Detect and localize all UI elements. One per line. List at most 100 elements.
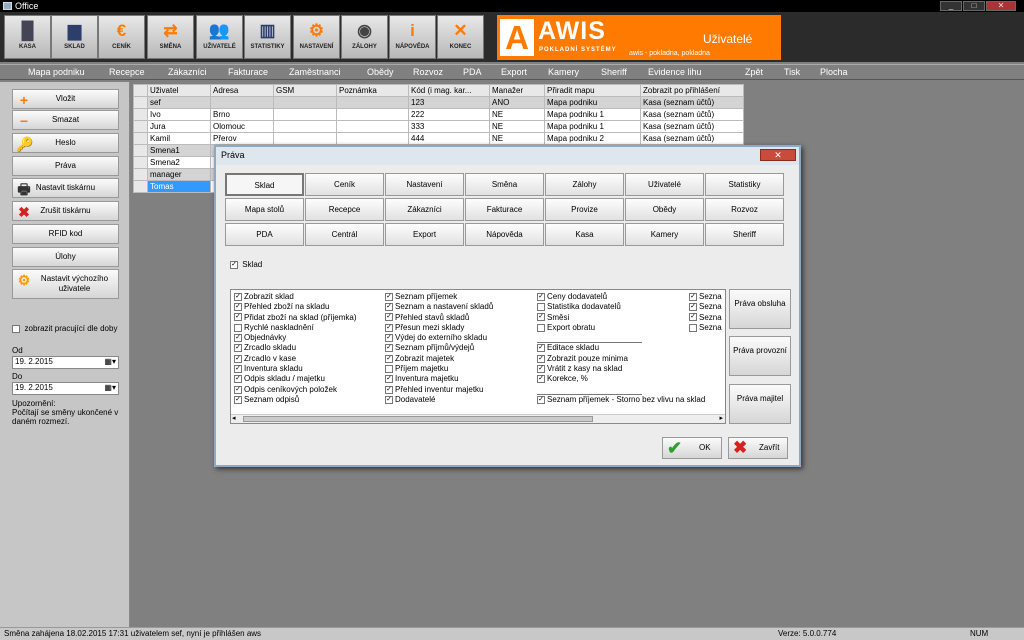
left-button[interactable]: − Smazat [12,110,119,130]
calendar-icon[interactable]: ▦▾ [104,383,116,392]
table-row[interactable]: Kamil Přerov 444 NE Mapa podniku 2 Kasa (sezn… [133,132,744,145]
toolbar-statistiky-button[interactable]: ▥ STATISTIKY [244,15,291,59]
table-cell[interactable] [273,120,337,133]
table-cell[interactable]: NE [489,108,545,121]
column-header[interactable]: Kód (i mag. kar... [408,84,490,97]
toolbar-nastaveni-button[interactable]: ⚙ NASTAVENÍ [293,15,340,59]
rights-checkbox[interactable] [537,303,545,312]
column-header[interactable]: Poznámka [336,84,409,97]
rights-item[interactable]: ✓ Inventura skladu [234,364,357,374]
rights-item[interactable]: ✓ Přehled zboží na skladu [234,302,357,312]
table-cell[interactable] [336,96,409,109]
left-button[interactable]: ✖ Zrušit tiskárnu [12,201,119,221]
toolbar-uzivatele-button[interactable]: 👥 UŽIVATELÉ [196,15,243,59]
rights-checkbox[interactable] [385,364,393,373]
rights-item[interactable]: ✓ Editace skladu [537,343,705,353]
close-button[interactable]: ✖ Zavřít [728,437,788,459]
rights-checkbox[interactable]: ✓ [537,375,545,384]
rights-obsluha-button[interactable]: Práva obsluha [729,289,791,329]
column-header[interactable]: GSM [273,84,337,97]
tab-obedy[interactable]: Obědy [625,198,704,221]
rights-item[interactable]: ✓ Zrcadlo v kase [234,354,357,364]
rights-checkbox[interactable]: ✓ [234,364,242,373]
rights-item[interactable]: Rychlé naskladnění [234,323,357,333]
rights-item[interactable]: ✓ Odpis skladu / majetku [234,374,357,384]
rights-item[interactable]: ✓ Odpis ceníkových položek [234,385,357,395]
rights-item[interactable]: ✓ Dodavatelé [385,395,493,405]
table-cell[interactable]: Mapa podniku 1 [544,108,641,121]
ok-button[interactable]: ✔ OK [662,437,722,459]
rights-checkbox[interactable]: ✓ [234,375,242,384]
dialog-close-button[interactable]: ✕ [760,149,796,161]
rights-checkbox[interactable]: ✓ [234,292,242,301]
rights-checkbox[interactable]: ✓ [234,344,242,353]
show-working-checkbox[interactable] [12,324,20,333]
menu-item[interactable]: PDA [463,67,482,77]
rights-checkbox[interactable]: ✓ [385,334,393,343]
table-cell[interactable]: Tomas [147,180,211,193]
menu-item[interactable]: Zákazníci [168,67,207,77]
toolbar-sklad-button[interactable]: ▆ SKLAD [51,15,98,59]
rights-checkbox[interactable]: ✓ [689,292,697,301]
table-row[interactable]: sef 123 ANO Mapa podniku Kasa (seznam účtů) [133,96,744,109]
table-cell[interactable]: ANO [489,96,545,109]
rights-checkbox[interactable]: ✓ [385,303,393,312]
table-cell[interactable]: Smena2 [147,156,211,169]
rights-checkbox[interactable]: ✓ [537,364,545,373]
table-cell[interactable]: Kamil [147,132,211,145]
rights-checkbox[interactable]: ✓ [537,344,545,353]
tab-central[interactable]: Centrál [305,223,384,246]
tab-zalohy[interactable]: Zálohy [545,173,624,196]
rights-checkbox[interactable] [234,323,242,332]
rights-checkbox[interactable]: ✓ [234,313,242,322]
toolbar-napoveda-button[interactable]: i NÁPOVĚDA [389,15,436,59]
table-cell[interactable]: Mapa podniku 1 [544,120,641,133]
table-cell[interactable] [336,108,409,121]
rights-checkbox[interactable]: ✓ [234,395,242,404]
rights-checkbox[interactable]: ✓ [385,344,393,353]
menu-item[interactable]: Zaměstnanci [289,67,341,77]
rights-checkbox[interactable]: ✓ [689,313,697,322]
menu-item[interactable]: Rozvoz [413,67,443,77]
menu-item[interactable]: Zpět [745,67,763,77]
rights-item[interactable]: ✓ Ceny dodavatelů [537,292,705,302]
rights-majitel-button[interactable]: Práva majitel [729,384,791,424]
rights-checkbox[interactable]: ✓ [385,313,393,322]
column-header[interactable]: Adresa [210,84,274,97]
table-cell[interactable]: 123 [408,96,490,109]
tab-sheriff[interactable]: Sheriff [705,223,784,246]
rights-checkbox[interactable]: ✓ [385,385,393,394]
tab-pda[interactable]: PDA [225,223,304,246]
toolbar-kasa-button[interactable]: ▐▌ KASA [4,15,51,59]
rights-checkbox[interactable]: ✓ [385,354,393,363]
left-button[interactable]: Práva [12,156,119,176]
rights-checkbox[interactable]: ✓ [234,354,242,363]
rights-item[interactable]: ✓ Výdej do externího skladu [385,333,493,343]
left-button[interactable]: 🖶 Nastavit tiskárnu [12,178,119,198]
tab-nastaveni[interactable]: Nastavení [385,173,464,196]
rights-item[interactable]: ✓ Zrcadlo skladu [234,343,357,353]
table-cell[interactable]: Kasa (seznam účtů) [640,96,744,109]
rights-item[interactable]: ✓ Směsi [537,313,705,323]
horizontal-scrollbar[interactable]: ◂ ▸ [231,414,725,423]
rights-item[interactable]: ✓ Inventura majetku [385,374,493,384]
rights-checkbox[interactable]: ✓ [234,385,242,394]
table-cell[interactable] [336,120,409,133]
rights-item[interactable]: ✓ Seznam a nastavení skladů [385,302,493,312]
rights-item[interactable]: ✓ Sezna [689,313,722,323]
rights-checkbox[interactable]: ✓ [385,395,393,404]
rights-item[interactable]: ✓ Objednávky [234,333,357,343]
rights-checkbox[interactable]: ✓ [234,334,242,343]
tab-cenik[interactable]: Ceník [305,173,384,196]
table-cell[interactable]: 444 [408,132,490,145]
tab-provize[interactable]: Provize [545,198,624,221]
tab-fakturace[interactable]: Fakturace [465,198,544,221]
tab-recepce[interactable]: Recepce [305,198,384,221]
rights-item[interactable]: Sezna [689,323,722,333]
toolbar-cenik-button[interactable]: € CENÍK [98,15,145,59]
rights-item[interactable]: ✓ Zobrazit majetek [385,354,493,364]
master-checkbox-row[interactable]: ✓ Sklad [230,260,262,269]
calendar-icon[interactable]: ▦▾ [104,357,116,366]
maximize-button[interactable]: □ [963,1,985,11]
column-header[interactable]: Přiradit mapu [544,84,641,97]
